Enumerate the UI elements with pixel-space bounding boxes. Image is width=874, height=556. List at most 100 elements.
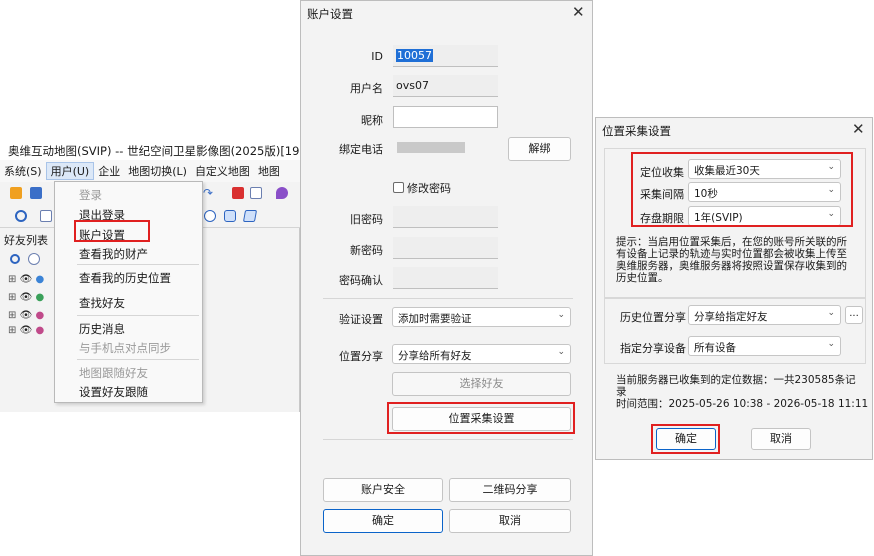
new-password-label: 新密码 [350, 244, 383, 257]
friend-tree-row[interactable]: ⊞ 👁 ● [8, 325, 44, 336]
confirm-password-field [393, 267, 498, 289]
new-password-field [393, 237, 498, 259]
phone-masked-value [397, 142, 465, 153]
nickname-label: 昵称 [361, 114, 383, 127]
menu-item-map-follow-friend[interactable]: 地图跟随好友 [79, 365, 148, 381]
close-icon[interactable]: ✕ [852, 121, 865, 137]
close-icon[interactable]: ✕ [572, 4, 585, 20]
share-label: 位置分享 [339, 350, 383, 363]
friend-tree-row[interactable]: ⊞ 👁 ● [8, 310, 44, 321]
unbind-button[interactable]: 解绑 [508, 137, 571, 161]
collected-info-line: 当前服务器已收集到的定位数据：一共230585条记 [616, 374, 856, 386]
share-select-value: 分享给所有好友 [398, 350, 472, 362]
separator [323, 439, 573, 440]
user-dropdown-menu: 登录 退出登录 账户设置 查看我的财产 查看我的历史位置 查找好友 历史消息 与… [54, 181, 203, 403]
account-settings-dialog: 账户设置 ✕ ID 10057 用户名 ovs07 昵称 绑定电话 解绑 修改密… [300, 0, 593, 556]
polygon-icon[interactable] [242, 210, 258, 222]
chevron-down-icon: ⌄ [557, 310, 565, 320]
menu-item-phone-sync[interactable]: 与手机点对点同步 [79, 340, 171, 356]
chevron-down-icon: ⌄ [827, 339, 835, 349]
menu-item-history-location[interactable]: 查看我的历史位置 [79, 270, 171, 286]
confirm-password-label: 密码确认 [339, 274, 383, 287]
delete-icon[interactable] [232, 187, 244, 199]
change-password-label[interactable]: 修改密码 [407, 180, 451, 196]
menu-enterprise[interactable]: 企业 [94, 163, 124, 179]
menu-map-switch[interactable]: 地图切换(L) [124, 163, 191, 179]
share-select[interactable]: 分享给所有好友 ⌄ [392, 344, 571, 364]
friend-tree-row[interactable]: ⊞ 👁 ● [8, 292, 44, 303]
tip-line: 有设备上记录的轨迹与实时位置都会被收集上传至 [616, 248, 847, 260]
qr-share-button[interactable]: 二维码分享 [449, 478, 571, 502]
verify-label: 验证设置 [339, 313, 383, 326]
collected-info-line: 录 [616, 386, 627, 398]
search-icon[interactable] [10, 254, 20, 264]
user-icon: ● [35, 325, 45, 336]
highlight-account-settings [74, 220, 150, 242]
select-friends-button[interactable]: 选择好友 [392, 372, 571, 396]
menu-bar: 系统(S) 用户(U) 企业 地图切换(L) 自定义地图 地图 [0, 160, 300, 182]
menu-separator [77, 264, 199, 265]
chevron-down-icon: ⌄ [827, 308, 835, 318]
circle-icon[interactable] [204, 210, 216, 222]
history-share-select-value: 分享给指定好友 [694, 311, 768, 323]
cancel-button[interactable]: 取消 [449, 509, 571, 533]
menu-map[interactable]: 地图 [254, 163, 284, 179]
history-share-label: 历史位置分享 [620, 311, 686, 324]
user-icon: ● [35, 274, 45, 285]
highlight-collect-settings [631, 152, 853, 227]
friend-search-row [0, 250, 55, 270]
highlight-location-collect-button [387, 402, 575, 434]
open-folder-icon[interactable] [10, 187, 22, 199]
menu-item-history-messages[interactable]: 历史消息 [79, 321, 125, 337]
username-label: 用户名 [350, 82, 383, 95]
tip-line: 历史位置。 [616, 272, 669, 284]
menu-item-find-friend[interactable]: 查找好友 [79, 295, 125, 311]
user-icon: ● [35, 310, 45, 321]
more-button[interactable]: ... [845, 306, 863, 324]
account-security-button[interactable]: 账户安全 [323, 478, 443, 502]
old-password-label: 旧密码 [350, 213, 383, 226]
user-icon: ● [35, 292, 45, 303]
history-share-select[interactable]: 分享给指定好友 ⌄ [688, 305, 841, 325]
main-window-title-text: 奥维互动地图(SVIP) -- 世纪空间卫星影像图(2025版)[19] [8, 144, 300, 158]
menu-custom-map[interactable]: 自定义地图 [191, 163, 254, 179]
square-icon[interactable] [250, 187, 262, 199]
username-field: ovs07 [393, 75, 498, 97]
change-password-checkbox[interactable] [393, 182, 404, 193]
separator [323, 298, 573, 299]
friends-list-label: 好友列表 [4, 234, 48, 247]
rounded-rect-icon[interactable] [224, 210, 236, 222]
old-password-field [393, 206, 498, 228]
menu-item-set-friend-follow[interactable]: 设置好友跟随 [79, 384, 148, 400]
document-icon[interactable] [40, 210, 52, 222]
id-value: 10057 [396, 49, 433, 62]
save-icon[interactable] [30, 187, 42, 199]
ok-button[interactable]: 确定 [323, 509, 443, 533]
collect-dialog-title: 位置采集设置 [602, 124, 671, 138]
chat-icon[interactable] [28, 253, 40, 265]
id-field: 10057 [393, 45, 498, 67]
verify-select-value: 添加时需要验证 [398, 313, 472, 325]
menu-item-view-property[interactable]: 查看我的财产 [79, 246, 148, 262]
device-select-value: 所有设备 [694, 342, 736, 354]
dialog-title: 账户设置 [307, 7, 353, 21]
menu-system[interactable]: 系统(S) [0, 163, 46, 179]
gear-icon[interactable] [15, 210, 27, 222]
id-label: ID [371, 50, 383, 63]
verify-select[interactable]: 添加时需要验证 ⌄ [392, 307, 571, 327]
main-window-title: 奥维互动地图(SVIP) -- 世纪空间卫星影像图(2025版)[19] [0, 140, 300, 162]
collect-cancel-button[interactable]: 取消 [751, 428, 811, 450]
menu-separator [77, 359, 199, 360]
device-label: 指定分享设备 [620, 342, 686, 355]
chevron-down-icon: ⌄ [557, 347, 565, 357]
menu-user[interactable]: 用户(U) [45, 162, 95, 180]
highlight-collect-ok [651, 424, 720, 454]
nickname-input[interactable] [393, 106, 498, 128]
device-select[interactable]: 所有设备 ⌄ [688, 336, 841, 356]
friend-tree-row[interactable]: ⊞ 👁 ● [8, 274, 44, 285]
redo-icon[interactable]: ↷ [203, 187, 215, 199]
marker-icon[interactable] [276, 187, 288, 199]
menu-item-login[interactable]: 登录 [79, 187, 102, 203]
menu-separator [77, 315, 199, 316]
phone-label: 绑定电话 [339, 143, 383, 156]
